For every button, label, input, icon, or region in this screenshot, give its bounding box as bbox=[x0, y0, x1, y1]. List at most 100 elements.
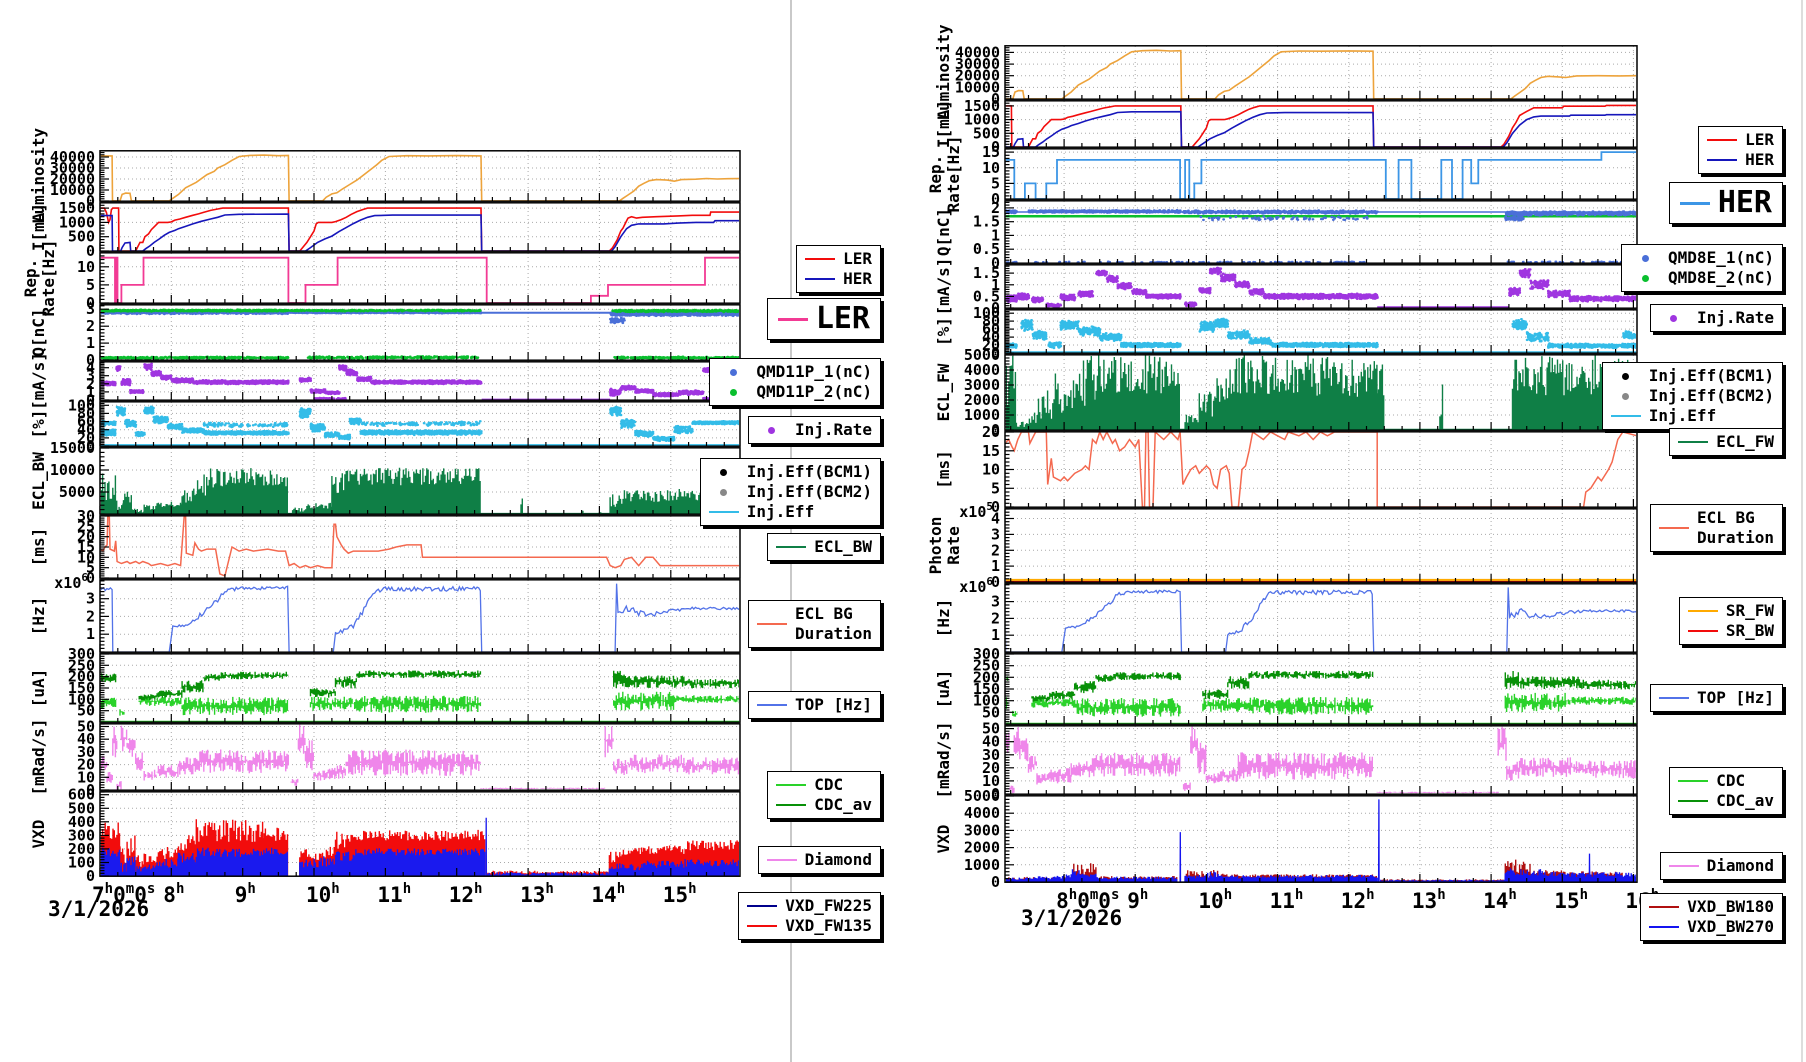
window-edge bbox=[1801, 0, 1803, 1062]
legend-injeff: Inj.Eff(BCM1)Inj.Eff(BCM2)Inj.Eff bbox=[700, 458, 881, 526]
legend-label: HER bbox=[1745, 150, 1774, 170]
legend-entry: HER bbox=[1680, 184, 1772, 222]
legend-top: TOP [Hz] bbox=[748, 691, 881, 719]
date-label-right: 3/1/2026 bbox=[1021, 906, 1122, 930]
x-tick-label: 14h bbox=[591, 881, 625, 907]
line-marker bbox=[757, 623, 787, 626]
x-tick-label: 15h bbox=[1554, 887, 1588, 913]
legend-vxd: VXD_FW225VXD_FW135 bbox=[738, 892, 881, 940]
line-marker bbox=[1649, 926, 1679, 929]
y-tick-label: 1000 bbox=[964, 856, 1000, 874]
y-axis-label: Rep. bbox=[926, 155, 945, 194]
legend-label: Inj.Eff(BCM1) bbox=[1649, 366, 1774, 386]
y-axis-label: [mA/s] bbox=[934, 258, 953, 316]
date-label-left: 3/1/2026 bbox=[48, 897, 149, 921]
y-tick-label: 10 bbox=[77, 258, 95, 276]
legend-label: Inj.Eff bbox=[1649, 406, 1716, 426]
panel-eclbg: 20151050[ms] bbox=[903, 431, 1647, 508]
dot-marker bbox=[1630, 255, 1660, 262]
legend-entry: Inj.Eff bbox=[709, 502, 872, 522]
dot-marker bbox=[1630, 275, 1660, 282]
legend-eclbg: ECL BGDuration bbox=[748, 600, 881, 648]
legend-label: QMD8E_2(nC) bbox=[1668, 268, 1774, 288]
panel-vxd: 500040003000200010000VXD bbox=[903, 795, 1647, 883]
y-tick-label: 3000 bbox=[964, 821, 1000, 839]
legend-entry: CDC_av bbox=[1678, 791, 1774, 811]
y-tick-label: 3 bbox=[86, 300, 95, 318]
panel-cdc: 30025020015010050[uA] bbox=[903, 653, 1647, 725]
panel-cdc: 30025020015010050[uA] bbox=[0, 653, 750, 723]
line-marker bbox=[709, 511, 739, 514]
legend-label: CDC bbox=[814, 775, 843, 795]
legend-entry: VXD_FW225 bbox=[747, 896, 872, 916]
y-tick-label: 10 bbox=[982, 461, 1000, 479]
y-tick-label: 5000 bbox=[964, 787, 1000, 805]
legend-entry: QMD8E_2(nC) bbox=[1630, 268, 1774, 288]
legend-entry: QMD8E_1(nC) bbox=[1630, 248, 1774, 268]
legend-reprate: LER bbox=[767, 298, 881, 340]
legend-entry: CDC_av bbox=[776, 795, 872, 815]
legend-entry: VXD_BW180 bbox=[1649, 897, 1774, 917]
y-axis-label: [%] bbox=[934, 317, 953, 346]
legend-injrate: Inj.Rate bbox=[1650, 304, 1783, 332]
legend-label: LER bbox=[816, 300, 870, 338]
legend-label: VXD_FW225 bbox=[785, 896, 872, 916]
legend-label: Inj.Eff(BCM2) bbox=[1649, 386, 1774, 406]
dot-marker bbox=[1611, 393, 1641, 400]
panel-injeff: 100806040200[%] bbox=[903, 309, 1647, 354]
y-axis-label: [mRad/s] bbox=[29, 718, 48, 795]
y-tick-label: 4000 bbox=[964, 804, 1000, 822]
y-tick-label: 20 bbox=[982, 423, 1000, 441]
legend-charge: QMD8E_1(nC)QMD8E_2(nC) bbox=[1621, 244, 1783, 292]
legend-label: SR_BW bbox=[1726, 621, 1774, 641]
y-axis-label: VXD bbox=[934, 825, 953, 854]
dot-marker bbox=[718, 369, 748, 376]
y-axis-label: [Hz] bbox=[934, 599, 953, 638]
legend-label: ECL BGDuration bbox=[795, 604, 872, 644]
legend-label: LER bbox=[843, 249, 872, 269]
y-axis-label: VXD bbox=[29, 820, 48, 849]
y-axis-label: Q[nC] bbox=[934, 208, 953, 256]
line-marker bbox=[1659, 697, 1689, 700]
line-marker bbox=[1669, 865, 1699, 868]
y-axis-label: [uA] bbox=[29, 669, 48, 708]
legend-entry: SR_BW bbox=[1688, 621, 1774, 641]
legend-current: LERHER bbox=[1698, 126, 1783, 174]
y-tick-label: 2 bbox=[86, 317, 95, 335]
panel-photon: 43210PhotonRatex105 bbox=[903, 508, 1647, 583]
panel-vxd: 6005004003002001000VXD bbox=[0, 791, 750, 877]
legend-entry: Inj.Rate bbox=[757, 420, 872, 440]
dot-marker bbox=[1659, 315, 1689, 322]
x-tick-label: 13h bbox=[1412, 887, 1446, 913]
panel-reprate: 151050Rep.Rate[Hz] bbox=[903, 148, 1647, 200]
line-marker bbox=[1678, 800, 1708, 803]
panel-diamond: 50403020100[mRad/s] bbox=[903, 725, 1647, 795]
x-tick-label: 9h bbox=[235, 881, 256, 907]
y-tick-label: 2 bbox=[86, 607, 95, 625]
panel-top: 321[Hz]x106 bbox=[903, 583, 1647, 653]
x-tick-label: 11h bbox=[1270, 887, 1304, 913]
panel-charge: 3210Q[nC] bbox=[0, 304, 750, 361]
legend-cdc: CDCCDC_av bbox=[1669, 767, 1783, 815]
dot-marker bbox=[709, 469, 739, 476]
y-tick-label: 10000 bbox=[50, 461, 95, 479]
x-tick-label: 12h bbox=[1341, 887, 1375, 913]
legend-entry: TOP [Hz] bbox=[1659, 688, 1774, 708]
legend-entry: QMD11P_2(nC) bbox=[718, 382, 872, 402]
legend-entry: VXD_FW135 bbox=[747, 916, 872, 936]
y-tick-label: 1 bbox=[991, 626, 1000, 644]
legend-label: TOP [Hz] bbox=[1697, 688, 1774, 708]
legend-label: VXD_BW180 bbox=[1687, 897, 1774, 917]
y-tick-label: 50 bbox=[982, 703, 1000, 721]
legend-label: Inj.Eff(BCM2) bbox=[747, 482, 872, 502]
y-axis-label: Q[nC] bbox=[29, 308, 48, 356]
x-tick-label: 12h bbox=[449, 881, 483, 907]
y-axis-label: [Hz] bbox=[29, 597, 48, 636]
legend-cdc: CDCCDC_av bbox=[767, 771, 881, 819]
line-marker bbox=[805, 278, 835, 281]
legend-label: CDC bbox=[1716, 771, 1745, 791]
dot-marker bbox=[1611, 373, 1641, 380]
axis-scale-label: x105 bbox=[959, 500, 993, 521]
line-marker bbox=[776, 546, 806, 549]
legend-label: QMD8E_1(nC) bbox=[1668, 248, 1774, 268]
